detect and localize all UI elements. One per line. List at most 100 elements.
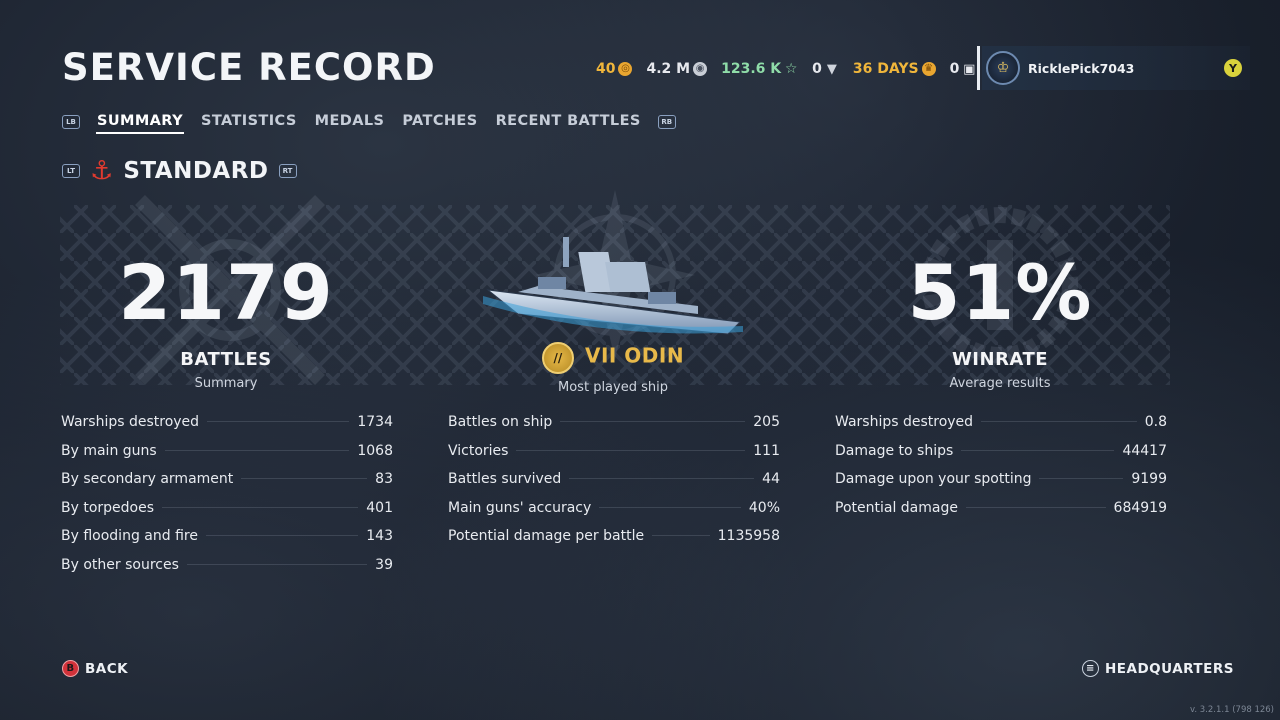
tab-bar: LB SUMMARY STATISTICS MEDALS PATCHES REC… [62,110,676,134]
tab-medals[interactable]: MEDALS [314,110,386,134]
rb-button-icon[interactable]: RB [657,115,676,129]
stat-value: 1135958 [717,528,780,544]
stat-row: Warships destroyed 0.8 [835,414,1167,443]
stat-value: 40% [748,499,780,516]
premium-account-icon: ♛ [921,62,936,76]
most-played-ship[interactable]: // VII ODIN Most played ship [448,222,778,395]
stat-row: Damage upon your spotting 9199 [835,471,1167,500]
stat-row: Potential damage 684919 [835,500,1167,529]
stat-value: 1068 [357,442,393,459]
stat-label: Potential damage [835,499,958,516]
stat-value: 143 [366,528,393,544]
battle-mode-selector: LT ⚓ STANDARD RT [62,154,297,188]
stat-label: Damage to ships [835,442,954,459]
username: RicklePick7043 [1028,60,1135,76]
avatar: ♔ [986,51,1020,85]
credits-value: 4.2 M [646,61,691,77]
back-label: BACK [85,660,129,677]
container-icon: ▣ [963,61,976,77]
stat-value: 684919 [1113,499,1167,516]
stat-row: By flooding and fire 143 [61,528,393,557]
battles-label: BATTLES [180,349,272,370]
tier-badge-icon: // [541,342,574,374]
stat-label: By other sources [61,556,179,573]
stat-label: Potential damage per battle [448,528,645,544]
stat-row: Battles survived 44 [448,471,780,500]
stat-row: Warships destroyed 1734 [61,414,393,443]
credits-balance: 4.2 M ◉ [646,61,708,77]
ship-image [483,237,743,335]
coal-icon: ▼ [826,61,837,77]
stat-value: 1734 [357,414,393,430]
winrate-sub: Average results [949,376,1051,391]
stats-left-column: Warships destroyed 1734 By main guns 1068 … [61,414,393,585]
stat-row: By main guns 1068 [61,443,393,472]
profile-panel[interactable]: ♔ RicklePick7043 Y [982,46,1250,90]
premium-account-balance: 36 DAYS ♛ [853,61,936,77]
battles-count: 2179 [118,248,334,337]
containers-value: 0 [949,61,960,77]
stat-row: Battles on ship 205 [448,414,780,443]
y-button-icon[interactable]: Y [1224,59,1242,77]
stat-value: 9199 [1131,471,1167,487]
coal-balance: 0 ▼ [812,61,839,77]
stat-label: By secondary armament [61,471,234,487]
stat-label: Battles on ship [448,414,553,430]
stat-row: Victories 111 [448,443,780,472]
stat-label: By torpedoes [61,499,155,516]
anchor-icon: ⚓ [90,156,114,186]
free-xp-value: 123.6 K [721,61,782,77]
stats-middle-column: Battles on ship 205 Victories 111 Battles … [448,414,780,557]
currency-bar: 40 ◎ 4.2 M ◉ 123.6 K ☆ 0 ▼ 36 DAYS ♛ 0 ▣ [596,58,976,80]
profile-divider [977,46,980,90]
battles-summary: 2179 BATTLES Summary [61,248,391,392]
stat-row: By other sources 39 [61,557,393,586]
ship-name: VII ODIN [584,343,685,368]
stat-label: Warships destroyed [61,414,200,430]
tab-patches[interactable]: PATCHES [401,110,478,134]
tab-recent-battles[interactable]: RECENT BATTLES [495,110,642,134]
stat-label: Main guns' accuracy [448,499,592,516]
version-label: v. 3.2.1.1 (798 126) [1190,705,1274,715]
doubloons-balance: 40 ◎ [596,61,633,77]
stat-label: Warships destroyed [835,414,974,430]
b-button-icon: B [62,660,79,677]
lt-button-icon[interactable]: LT [62,164,80,178]
ship-sub: Most played ship [558,380,668,395]
stat-label: Victories [448,442,509,459]
stat-row: Potential damage per battle 1135958 [448,528,780,557]
stat-value: 205 [753,414,780,430]
doubloon-icon: ◎ [618,62,633,76]
free-xp-balance: 123.6 K ☆ [721,61,798,77]
stat-label: Battles survived [448,471,562,487]
coal-value: 0 [812,61,822,77]
menu-button-icon: ≡ [1082,660,1099,677]
stat-value: 44417 [1122,442,1167,459]
free-xp-icon: ☆ [784,61,798,77]
stat-value: 44 [762,471,780,487]
containers-balance: 0 ▣ [950,61,977,77]
lb-button-icon[interactable]: LB [62,115,80,129]
tab-statistics[interactable]: STATISTICS [200,110,298,134]
stat-row: Damage to ships 44417 [835,443,1167,472]
stat-value: 111 [753,442,780,459]
page-title: SERVICE RECORD [62,46,436,89]
battles-sub: Summary [194,376,258,391]
stat-label: Damage upon your spotting [835,471,1032,487]
battle-mode-label: STANDARD [123,158,269,184]
doubloons-value: 40 [596,61,616,77]
rt-button-icon[interactable]: RT [278,164,297,178]
stat-value: 39 [375,556,393,573]
back-button[interactable]: B BACK [62,660,128,677]
stat-value: 83 [375,471,393,487]
tab-summary[interactable]: SUMMARY [96,110,184,134]
stat-value: 401 [366,499,393,516]
headquarters-button[interactable]: ≡ HEADQUARTERS [1082,660,1234,677]
premium-days-value: 36 DAYS [852,61,919,77]
winrate-value: 51% [907,248,1093,337]
stat-row: By torpedoes 401 [61,500,393,529]
stat-label: By main guns [61,442,157,459]
stat-label: By flooding and fire [61,528,198,544]
winrate-label: WINRATE [951,349,1049,370]
credits-icon: ◉ [693,62,708,76]
